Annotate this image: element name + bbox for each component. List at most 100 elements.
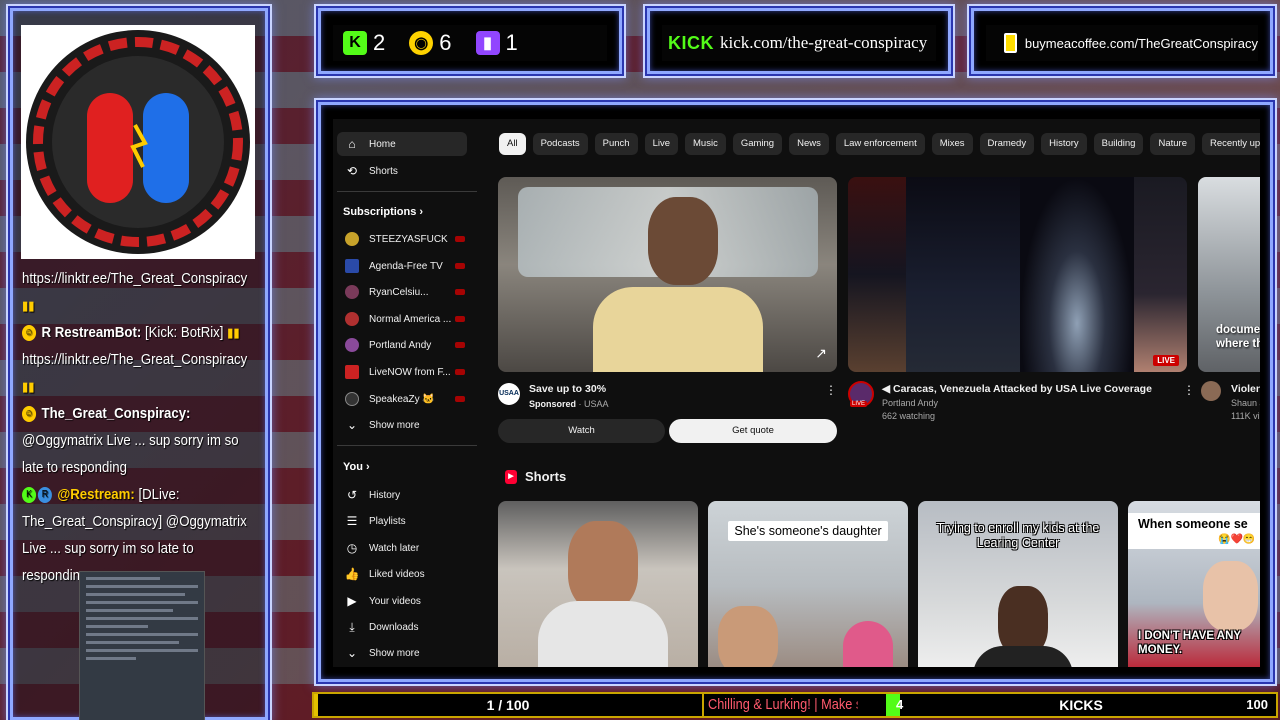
sidebar-item-subscription[interactable]: LiveNOW from F... bbox=[337, 360, 467, 384]
sidebar-item-subscription[interactable]: RyanCelsiu... bbox=[337, 280, 467, 304]
kicks-goal-target: 100 bbox=[1246, 697, 1268, 712]
channel-name[interactable]: Portland Andy bbox=[882, 398, 938, 408]
chevron-right-icon: › bbox=[366, 461, 370, 473]
channel-avatar[interactable] bbox=[1201, 381, 1221, 401]
chat-text: [DLive: The_Great_Conspiracy] @Oggymatri… bbox=[22, 486, 247, 584]
short-caption: Trying to enroll my kids at the Learing … bbox=[936, 521, 1100, 550]
sidebar-item-downloads[interactable]: ⤓ Downloads bbox=[337, 615, 467, 639]
chip-podcasts[interactable]: Podcasts bbox=[532, 133, 588, 155]
sidebar-item-label: LiveNOW from F... bbox=[369, 366, 451, 378]
clock-icon: ◷ bbox=[346, 541, 358, 555]
live-video-thumbnail[interactable]: LIVE bbox=[848, 177, 1187, 372]
channel-logo bbox=[21, 25, 255, 259]
video-icon: ▶ bbox=[347, 594, 357, 608]
youtube-page: ⌂ Home ⟲ Shorts Subscriptions › STEEZYASFU… bbox=[333, 119, 1260, 667]
ad-video-thumbnail[interactable]: ↗ bbox=[498, 177, 837, 372]
sidebar-item-subscription[interactable]: STEEZYASFUCK bbox=[337, 227, 467, 251]
sidebar-item-liked-videos[interactable]: 👍 Liked videos bbox=[337, 562, 467, 586]
chip-news[interactable]: News bbox=[789, 133, 829, 155]
coffee-url: buymeacoffee.com/TheGreatConspiracy bbox=[1024, 35, 1258, 51]
restream-badge-icon: R bbox=[37, 487, 52, 504]
sidebar-item-label: Watch later bbox=[369, 542, 420, 554]
ad-meta: USAA Save up to 30% Sponsored · USAA ⋮ bbox=[498, 381, 837, 421]
short-thumbnail[interactable]: Trying to enroll my kids at the Learing … bbox=[918, 501, 1118, 667]
channel-avatar bbox=[345, 392, 359, 406]
subscriptions-heading[interactable]: Subscriptions › bbox=[343, 206, 423, 218]
thumbnail-pane bbox=[906, 177, 1020, 372]
video-title[interactable]: ◀ Caracas, Venezuela Attacked by USA Liv… bbox=[882, 383, 1152, 395]
more-options-icon[interactable]: ⋮ bbox=[1183, 383, 1195, 397]
chat-panel: https://linktr.ee/The_Great_Conspiracy ▮… bbox=[10, 8, 268, 720]
history-icon: ↺ bbox=[346, 488, 358, 502]
chip-punch[interactable]: Punch bbox=[594, 133, 638, 155]
get-quote-button[interactable]: Get quote bbox=[669, 419, 837, 443]
thumbs-up-icon: 👍 bbox=[344, 567, 360, 581]
sidebar-item-label: Home bbox=[369, 138, 396, 150]
sidebar-item-label: Show more bbox=[369, 419, 420, 431]
chip-dramedy[interactable]: Dramedy bbox=[979, 133, 1035, 155]
dlive-icon: ◉ bbox=[409, 31, 434, 55]
person-head bbox=[568, 521, 638, 611]
sidebar-item-label: Normal America ... bbox=[369, 313, 452, 325]
sidebar-item-subscription[interactable]: Normal America ... bbox=[337, 307, 467, 331]
restream-badge-icon: ☺ bbox=[22, 325, 37, 342]
live-indicator-icon bbox=[455, 289, 465, 295]
short-caption-text: When someone se bbox=[1138, 517, 1248, 531]
chevron-down-icon: ⌄ bbox=[346, 418, 358, 432]
sidebar-item-subscription[interactable]: Portland Andy bbox=[337, 333, 467, 357]
video-title[interactable]: Violent bbox=[1231, 383, 1260, 395]
ticker-text: Chilling & Lurking! | Make sure t bbox=[708, 696, 858, 713]
chip-law-enforcement[interactable]: Law enforcement bbox=[835, 133, 925, 155]
chip-recently-uploaded[interactable]: Recently uploaded bbox=[1201, 133, 1260, 155]
watch-button[interactable]: Watch bbox=[498, 419, 665, 443]
external-link-icon[interactable]: ↗ bbox=[815, 345, 827, 362]
sidebar-item-watch-later[interactable]: ◷ Watch later bbox=[337, 536, 467, 560]
kicks-goal: 4 KICKS 100 bbox=[886, 694, 1276, 716]
ad-title[interactable]: Save up to 30% bbox=[529, 383, 606, 395]
short-thumbnail[interactable] bbox=[498, 501, 698, 667]
playlist-icon: ☰ bbox=[346, 514, 358, 528]
chip-building[interactable]: Building bbox=[1093, 133, 1144, 155]
video-title-text: Caracas, Venezuela Attacked by USA Live … bbox=[893, 383, 1152, 395]
live-indicator-icon bbox=[455, 396, 465, 402]
person-shirt bbox=[538, 601, 668, 667]
sidebar-item-label: STEEZYASFUCK bbox=[369, 233, 448, 245]
sidebar-show-more[interactable]: ⌄ Show more bbox=[337, 413, 467, 437]
chip-all[interactable]: All bbox=[499, 133, 526, 155]
chip-gaming[interactable]: Gaming bbox=[732, 133, 783, 155]
sidebar-item-home[interactable]: ⌂ Home bbox=[337, 132, 467, 156]
more-options-icon[interactable]: ⋮ bbox=[825, 383, 837, 397]
chip-music[interactable]: Music bbox=[685, 133, 726, 155]
sidebar-item-shorts[interactable]: ⟲ Shorts bbox=[337, 159, 467, 183]
you-heading[interactable]: You › bbox=[343, 461, 370, 473]
sidebar-item-your-videos[interactable]: ▶ Your videos bbox=[337, 589, 467, 613]
dlive-badge-icon: ☺ bbox=[22, 406, 37, 423]
chip-history[interactable]: History bbox=[1041, 133, 1087, 155]
short-caption: When someone se 😭❤️😁 bbox=[1128, 513, 1260, 549]
chat-messages: https://linktr.ee/The_Great_Conspiracy ▮… bbox=[22, 265, 260, 589]
sidebar-item-playlists[interactable]: ☰ Playlists bbox=[337, 509, 467, 533]
chip-nature[interactable]: Nature bbox=[1150, 133, 1195, 155]
sidebar-item-history[interactable]: ↺ History bbox=[337, 483, 467, 507]
sidebar-show-more[interactable]: ⌄ Show more bbox=[337, 641, 467, 665]
sidebar-item-label: Downloads bbox=[369, 621, 419, 633]
live-indicator-icon bbox=[455, 236, 465, 242]
short-thumbnail[interactable]: She's someone's daughter bbox=[708, 501, 908, 667]
sidebar-item-subscription[interactable]: Agenda-Free TV bbox=[337, 254, 467, 278]
sidebar-item-label: History bbox=[369, 489, 401, 501]
short-caption-text: She's someone's daughter bbox=[728, 521, 888, 541]
badge-letter: R bbox=[41, 324, 52, 341]
sidebar-item-subscription[interactable]: SpeakeaZy 🐱 bbox=[337, 387, 467, 411]
chip-mixes[interactable]: Mixes bbox=[931, 133, 973, 155]
channel-name[interactable]: Shaun J bbox=[1231, 398, 1260, 408]
short-caption: She's someone's daughter bbox=[708, 521, 908, 541]
short-thumbnail[interactable]: When someone se 😭❤️😁 I DON'T HAVE ANY MON… bbox=[1128, 501, 1260, 667]
live-indicator-icon bbox=[455, 316, 465, 322]
sponsored-label: Sponsored bbox=[529, 399, 577, 409]
chip-live[interactable]: Live bbox=[644, 133, 679, 155]
usaa-logo[interactable]: USAA bbox=[498, 383, 520, 405]
shorts-icon: ⟲ bbox=[346, 164, 358, 178]
twitch-viewers: ▮ 1 bbox=[466, 30, 518, 56]
video-thumbnail[interactable]: docume where th bbox=[1198, 177, 1260, 372]
short-caption-2: I DON'T HAVE ANY MONEY. bbox=[1138, 630, 1241, 656]
